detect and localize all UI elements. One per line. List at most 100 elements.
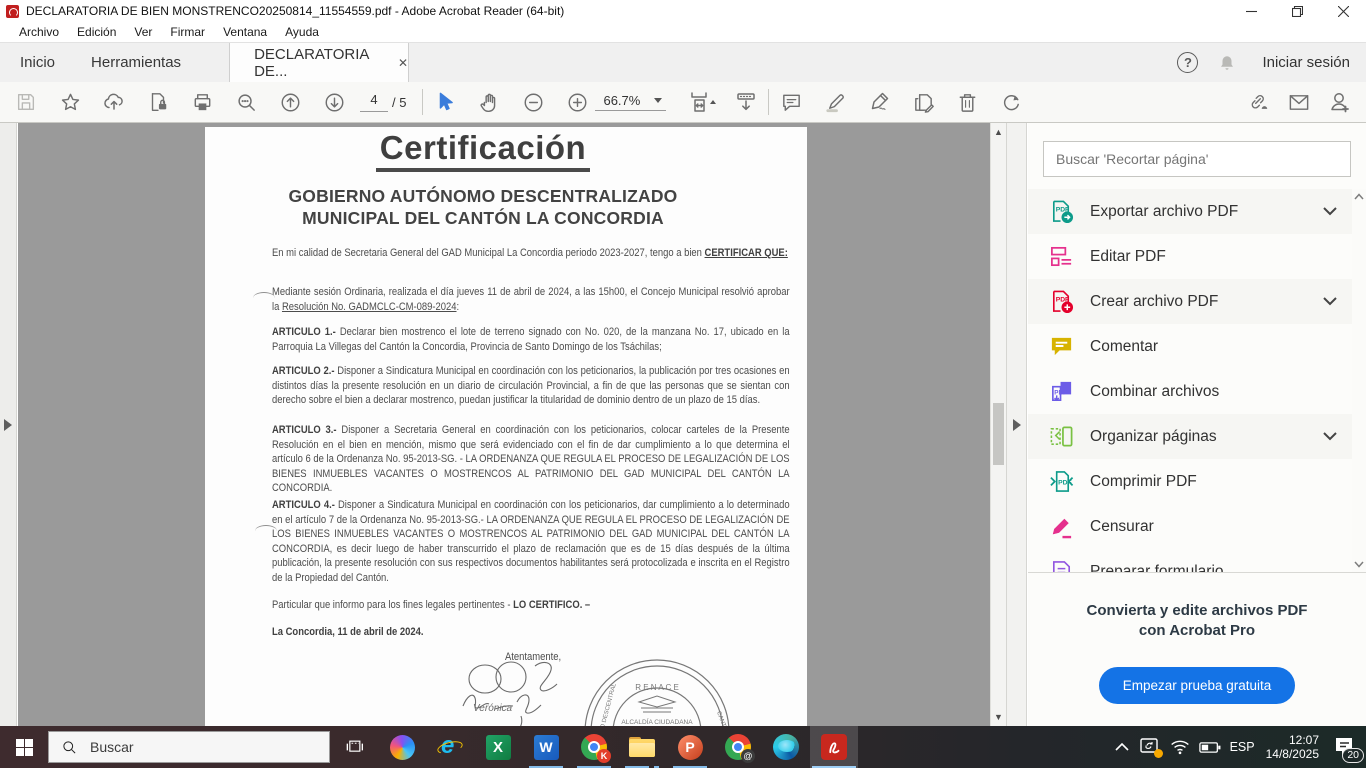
tab-document[interactable]: DECLARATORIA DE... ✕ <box>229 43 409 82</box>
star-icon[interactable] <box>58 90 82 114</box>
page-fit-icon[interactable] <box>686 90 720 114</box>
taskbar-word-app[interactable]: W <box>522 726 570 768</box>
hand-tool-icon[interactable] <box>477 90 501 114</box>
menu-ver[interactable]: Ver <box>125 25 161 39</box>
tool-comment[interactable]: Comentar <box>1028 324 1352 369</box>
menu-ayuda[interactable]: Ayuda <box>276 25 328 39</box>
page-lock-icon[interactable] <box>146 90 170 114</box>
chrome-profile-badge: @ <box>741 749 755 763</box>
zoom-in-icon[interactable] <box>565 90 589 114</box>
page-number-input[interactable]: 4 <box>360 92 388 112</box>
tool-redact[interactable]: Censurar <box>1028 504 1352 549</box>
fill-sign-icon[interactable] <box>867 90 891 114</box>
restore-button[interactable] <box>1274 0 1320 22</box>
battery-icon[interactable] <box>1199 741 1221 754</box>
tool-create-pdf[interactable]: PDF Crear archivo PDF <box>1028 279 1352 324</box>
delete-icon[interactable] <box>955 90 979 114</box>
email-icon[interactable] <box>1287 90 1311 114</box>
left-panel-expand-icon[interactable] <box>4 419 12 431</box>
excel-icon: X <box>486 735 511 760</box>
taskbar-chrome-profile2-app[interactable]: @ <box>714 726 762 768</box>
create-pdf-icon: PDF <box>1049 289 1074 314</box>
document-viewer[interactable]: Certificación GOBIERNO AUTÓNOMO DESCENTR… <box>18 123 990 726</box>
tab-close-icon[interactable]: ✕ <box>398 56 408 70</box>
combine-files-icon: PDF <box>1049 379 1074 404</box>
search-zoom-icon[interactable] <box>234 90 258 114</box>
sidebar-scroll-up-icon[interactable] <box>1354 193 1364 200</box>
tool-organize-pages[interactable]: Organizar páginas <box>1028 414 1352 459</box>
chevron-down-icon[interactable] <box>1322 293 1338 311</box>
chevron-down-icon[interactable] <box>1322 428 1338 446</box>
tray-expand-icon[interactable] <box>1114 742 1130 752</box>
redo-icon[interactable] <box>999 90 1023 114</box>
sync-device-icon[interactable] <box>1139 738 1161 756</box>
menu-archivo[interactable]: Archivo <box>10 25 68 39</box>
toolbar: 4 / 5 66.7% <box>0 82 1366 123</box>
taskbar-acrobat-app[interactable] <box>810 726 858 768</box>
zoom-level-select[interactable]: 66.7% <box>595 93 666 111</box>
zoom-out-icon[interactable] <box>521 90 545 114</box>
save-icon[interactable] <box>14 90 38 114</box>
comment-icon[interactable] <box>779 90 803 114</box>
scroll-up-icon[interactable]: ▲ <box>993 127 1004 137</box>
tools-search-input[interactable] <box>1043 141 1351 177</box>
tool-compress-pdf[interactable]: PDF Comprimir PDF <box>1028 459 1352 504</box>
document-scrollbar[interactable]: ▲ ▼ <box>990 123 1006 726</box>
tool-export-pdf[interactable]: PDF Exportar archivo PDF <box>1028 189 1352 234</box>
task-view-button[interactable] <box>330 726 378 768</box>
taskbar-ie-app[interactable]: e <box>426 726 474 768</box>
tray-clock[interactable]: 12:07 14/8/2025 <box>1266 733 1319 761</box>
taskbar-explorer-app[interactable] <box>618 726 666 768</box>
highlight-icon[interactable] <box>823 90 847 114</box>
left-panel-strip[interactable] <box>0 123 17 726</box>
taskbar-powerpoint-app[interactable]: P <box>666 726 714 768</box>
stamp-icon[interactable] <box>911 90 935 114</box>
previous-page-icon[interactable] <box>278 90 302 114</box>
right-panel-strip[interactable] <box>1006 123 1027 726</box>
sidebar-scroll-down-icon[interactable] <box>1354 561 1364 568</box>
tab-herramientas[interactable]: Herramientas <box>75 43 197 82</box>
start-free-trial-button[interactable]: Empezar prueba gratuita <box>1099 667 1296 704</box>
chevron-down-icon[interactable] <box>1322 203 1338 221</box>
select-tool-icon[interactable] <box>433 90 457 114</box>
wifi-icon[interactable] <box>1170 739 1190 755</box>
close-button[interactable] <box>1320 0 1366 22</box>
tool-prepare-form[interactable]: Preparar formulario <box>1028 549 1352 572</box>
taskbar-excel-app[interactable]: X <box>474 726 522 768</box>
share-link-icon[interactable] <box>1246 90 1270 114</box>
taskbar-chrome-profile1-app[interactable]: K <box>570 726 618 768</box>
tool-combine-files[interactable]: PDF Combinar archivos <box>1028 369 1352 414</box>
scroll-down-icon[interactable]: ▼ <box>993 712 1004 722</box>
print-icon[interactable] <box>190 90 214 114</box>
svg-text:R E N A C E: R E N A C E <box>635 683 679 692</box>
edit-pdf-icon <box>1049 244 1074 269</box>
profile-add-icon[interactable] <box>1328 90 1352 114</box>
help-icon[interactable]: ? <box>1177 52 1198 73</box>
scrollbar-thumb[interactable] <box>993 403 1004 465</box>
tool-edit-pdf[interactable]: Editar PDF <box>1028 234 1352 279</box>
doc-paragraph-date: La Concordia, 11 de abril de 2024. <box>272 625 790 640</box>
scrolling-mode-icon[interactable] <box>734 90 758 114</box>
taskbar-edge-app[interactable] <box>762 726 810 768</box>
tab-inicio[interactable]: Inicio <box>0 43 75 82</box>
menu-firmar[interactable]: Firmar <box>161 25 214 39</box>
language-indicator[interactable]: ESP <box>1230 740 1255 754</box>
taskbar-copilot-app[interactable] <box>378 726 426 768</box>
right-panel-expand-icon[interactable] <box>1013 419 1021 431</box>
cloud-upload-icon[interactable] <box>102 90 126 114</box>
notifications-bell-icon[interactable] <box>1218 53 1236 73</box>
folder-icon <box>629 737 655 757</box>
menu-ventana[interactable]: Ventana <box>214 25 276 39</box>
minimize-button[interactable] <box>1228 0 1274 22</box>
pdf-page[interactable]: Certificación GOBIERNO AUTÓNOMO DESCENTR… <box>205 127 807 726</box>
taskbar-search[interactable]: Buscar <box>48 731 330 763</box>
start-button[interactable] <box>0 726 48 768</box>
edge-icon <box>773 734 799 760</box>
menu-edicion[interactable]: Edición <box>68 25 125 39</box>
scan-mark <box>255 525 277 537</box>
sign-in-button[interactable]: Iniciar sesión <box>1262 54 1350 71</box>
scan-mark <box>253 292 275 304</box>
next-page-icon[interactable] <box>322 90 346 114</box>
notification-center[interactable]: 20 <box>1330 730 1364 764</box>
sidebar-scrollbar[interactable] <box>1352 189 1366 572</box>
